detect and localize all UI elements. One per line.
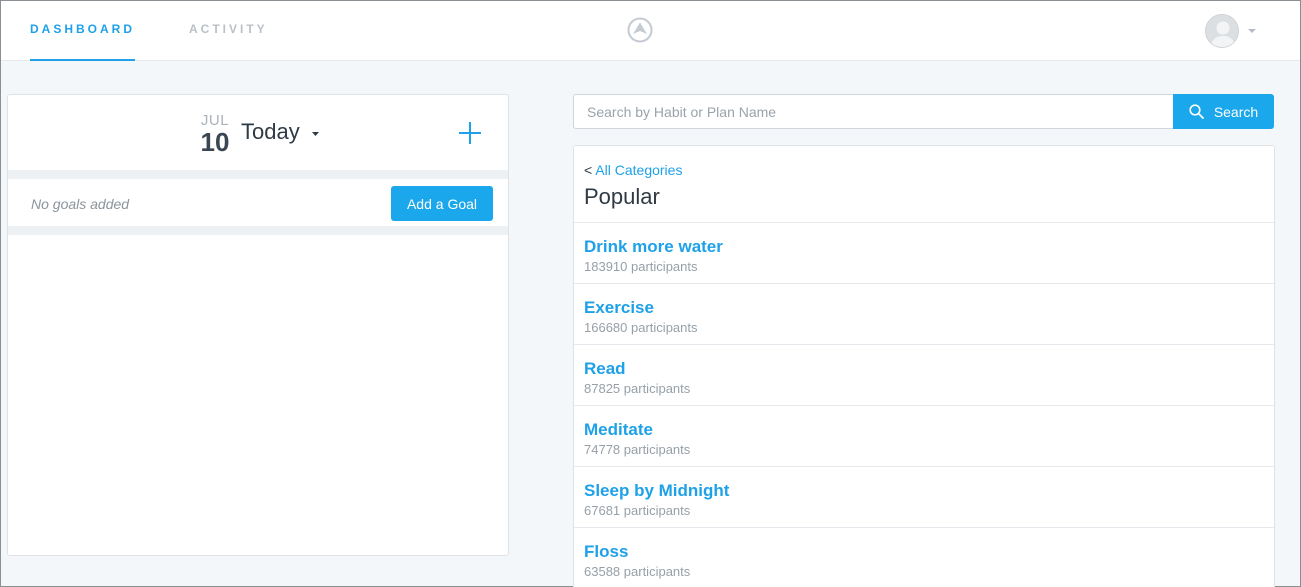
participant-suffix: participants [631, 259, 698, 274]
caret-down-icon[interactable] [311, 131, 320, 137]
habit-list-item[interactable]: Exercise 166680 participants [574, 284, 1274, 345]
search-icon [1189, 104, 1204, 119]
user-silhouette-icon [1206, 15, 1238, 47]
categories-panel: < All Categories Popular Drink more wate… [573, 145, 1275, 587]
back-prefix: < [584, 162, 596, 178]
divider-band [8, 170, 508, 179]
participant-count: 63588 [584, 564, 621, 579]
triangle-circle-logo[interactable] [627, 17, 653, 43]
habit-list-item[interactable]: Floss 63588 participants [574, 528, 1274, 587]
habit-participants: 74778 participants [584, 442, 690, 457]
habit-name: Sleep by Midnight [584, 481, 730, 500]
chevron-down-icon[interactable] [1247, 26, 1257, 36]
habit-participants: 87825 participants [584, 381, 690, 396]
divider-band [8, 226, 508, 235]
participant-suffix: participants [623, 503, 691, 518]
goals-panel: JUL 10 Today No goals added Add a Goal [7, 94, 509, 556]
all-categories-link[interactable]: < All Categories [584, 162, 682, 178]
habit-list-item[interactable]: Drink more water 183910 participants [574, 223, 1274, 284]
date-display: JUL 10 [199, 113, 231, 157]
participant-suffix: participants [623, 442, 691, 457]
participant-count: 87825 [584, 381, 621, 396]
habit-name: Read [584, 359, 626, 378]
habit-list-item[interactable]: Read 87825 participants [574, 345, 1274, 406]
all-categories-label: All Categories [595, 162, 683, 178]
participant-count: 166680 [584, 320, 628, 335]
search-button[interactable]: Search [1173, 94, 1274, 129]
category-title: Popular [584, 184, 660, 209]
plus-icon[interactable] [458, 121, 482, 145]
tab-dashboard[interactable]: DASHBOARD [30, 1, 135, 61]
habit-list-item[interactable]: Meditate 74778 participants [574, 406, 1274, 467]
participant-suffix: participants [623, 381, 691, 396]
participant-suffix: participants [623, 564, 691, 579]
participant-suffix: participants [631, 320, 698, 335]
habit-participants: 63588 participants [584, 564, 690, 579]
empty-goals-text: No goals added [31, 196, 130, 212]
habit-participants: 67681 participants [584, 503, 690, 518]
add-goal-button[interactable]: Add a Goal [391, 186, 493, 221]
habit-participants: 183910 participants [584, 259, 698, 274]
participant-count: 67681 [584, 503, 621, 518]
search-input[interactable] [573, 94, 1174, 129]
habit-participants: 166680 participants [584, 320, 698, 335]
habit-list-item[interactable]: Sleep by Midnight 67681 participants [574, 467, 1274, 528]
participant-count: 74778 [584, 442, 621, 457]
user-avatar[interactable] [1205, 14, 1239, 48]
habit-name: Drink more water [584, 237, 723, 256]
search-button-label: Search [1213, 103, 1259, 120]
participant-count: 183910 [584, 259, 628, 274]
category-header: < All Categories Popular [574, 146, 1274, 223]
habit-name: Exercise [584, 298, 654, 317]
day-selector-label[interactable]: Today [241, 119, 300, 145]
habit-name: Meditate [584, 420, 653, 439]
top-navigation-bar: DASHBOARD ACTIVITY [1, 1, 1300, 61]
habit-name: Floss [584, 542, 629, 561]
date-day: 10 [200, 127, 230, 157]
tab-activity[interactable]: ACTIVITY [189, 1, 274, 61]
